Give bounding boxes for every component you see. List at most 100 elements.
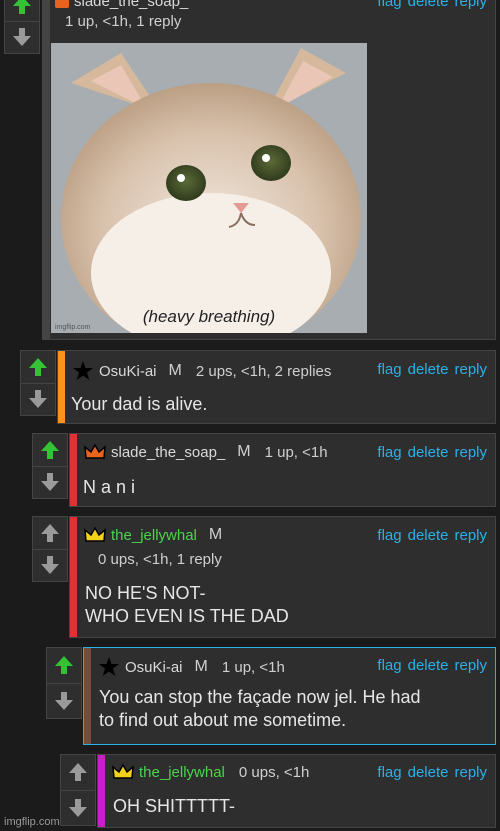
yellow-crown-icon bbox=[84, 526, 106, 544]
comment-meta: slade_the_soap_ M 1 up, <1h bbox=[84, 443, 328, 461]
downvote-button[interactable] bbox=[5, 20, 39, 54]
flag-link[interactable]: flag bbox=[377, 361, 401, 378]
reply-link[interactable]: reply bbox=[454, 527, 487, 544]
comment-meta: OsuKi-ai M 1 up, <1h bbox=[98, 656, 285, 678]
reply-link[interactable]: reply bbox=[454, 444, 487, 461]
comment-text: N a n i bbox=[83, 477, 136, 497]
upvote-button[interactable] bbox=[47, 648, 81, 683]
username[interactable]: slade_the_soap_ bbox=[111, 444, 225, 461]
upvote-button[interactable] bbox=[33, 434, 67, 466]
comment-text: Your dad is alive. bbox=[71, 394, 208, 414]
stats-text: 1 up, <1h bbox=[221, 658, 285, 676]
username[interactable]: OsuKi-ai bbox=[99, 363, 157, 380]
mod-badge: M bbox=[237, 443, 251, 460]
comment-stats: 1 up, <1h, 1 reply bbox=[65, 13, 181, 30]
comment-text: OH SHITTTTT- bbox=[113, 796, 235, 816]
downvote-button[interactable] bbox=[61, 789, 95, 826]
comment-actions: flag delete reply bbox=[377, 0, 487, 10]
delete-link[interactable]: delete bbox=[408, 657, 449, 674]
reply-link[interactable]: reply bbox=[454, 0, 487, 10]
arrow-up-icon bbox=[29, 357, 47, 376]
downvote-button[interactable] bbox=[33, 548, 67, 582]
vote-box bbox=[4, 0, 40, 54]
cat-image-icon bbox=[51, 43, 367, 333]
stats-text: 0 ups, <1h, 1 reply bbox=[98, 551, 222, 568]
comment-meta: the_jellywhal 0 ups, <1h bbox=[112, 763, 309, 781]
vote-box bbox=[32, 433, 68, 499]
reply-link[interactable]: reply bbox=[454, 657, 487, 674]
comment-stats: 0 ups, <1h, 1 reply bbox=[98, 551, 222, 568]
stats-text: 1 up, <1h bbox=[264, 443, 328, 461]
flag-link[interactable]: flag bbox=[377, 444, 401, 461]
comment-meta: OsuKi-ai M 2 ups, <1h, 2 replies bbox=[72, 360, 331, 382]
delete-link[interactable]: delete bbox=[408, 764, 449, 781]
upvote-button[interactable] bbox=[21, 351, 55, 383]
comment-actions: flag delete reply bbox=[377, 657, 487, 674]
vote-box bbox=[46, 647, 82, 719]
downvote-button[interactable] bbox=[47, 682, 81, 719]
vote-box bbox=[60, 754, 96, 826]
username[interactable]: the_jellywhal bbox=[111, 527, 197, 544]
arrow-down-icon bbox=[55, 691, 73, 710]
stats-text: 2 ups, <1h, 2 replies bbox=[195, 362, 332, 380]
comment-image-post: slade_the_soap_ 1 up, <1h, 1 reply flag … bbox=[42, 0, 496, 340]
comment-actions: flag delete reply bbox=[377, 444, 487, 461]
arrow-down-icon bbox=[29, 390, 47, 409]
delete-link[interactable]: delete bbox=[408, 361, 449, 378]
thread-bar bbox=[43, 0, 50, 339]
arrow-down-icon bbox=[69, 798, 87, 817]
thread-bar bbox=[84, 648, 91, 744]
comment-meta: the_jellywhal M bbox=[84, 526, 222, 544]
stats-text: 0 ups, <1h bbox=[238, 763, 310, 781]
vote-box bbox=[32, 516, 68, 582]
username[interactable]: OsuKi-ai bbox=[125, 659, 183, 676]
flag-link[interactable]: flag bbox=[377, 0, 401, 10]
watermark: imgflip.com bbox=[4, 816, 60, 828]
reply-link[interactable]: reply bbox=[454, 764, 487, 781]
thread-bar bbox=[70, 517, 77, 637]
vote-box bbox=[20, 350, 56, 416]
mod-badge: M bbox=[194, 658, 208, 675]
comment-actions: flag delete reply bbox=[377, 764, 487, 781]
mod-badge: M bbox=[208, 526, 223, 543]
arrow-up-icon bbox=[13, 0, 31, 14]
thread-bar bbox=[70, 434, 77, 506]
upvote-button[interactable] bbox=[61, 755, 95, 790]
mod-badge: M bbox=[168, 362, 182, 379]
thread-bar bbox=[58, 351, 65, 423]
orange-crown-icon bbox=[84, 443, 106, 461]
username[interactable]: the_jellywhal bbox=[139, 764, 225, 781]
arrow-up-icon bbox=[41, 440, 59, 459]
meme-image[interactable]: (heavy breathing) imgflip.com bbox=[51, 43, 367, 333]
delete-link[interactable]: delete bbox=[408, 527, 449, 544]
yellow-crown-icon bbox=[112, 763, 134, 781]
thread-bar bbox=[98, 755, 105, 827]
comment: the_jellywhal 0 ups, <1h flag delete rep… bbox=[97, 754, 496, 828]
arrow-up-icon bbox=[69, 763, 87, 782]
stats-text: 1 up, <1h, 1 reply bbox=[65, 13, 182, 30]
delete-link[interactable]: delete bbox=[408, 444, 449, 461]
arrow-down-icon bbox=[41, 473, 59, 492]
downvote-button[interactable] bbox=[21, 382, 55, 416]
reply-link[interactable]: reply bbox=[454, 361, 487, 378]
star-icon bbox=[72, 360, 94, 382]
upvote-button[interactable] bbox=[5, 0, 39, 21]
comment-actions: flag delete reply bbox=[377, 361, 487, 378]
flag-link[interactable]: flag bbox=[377, 764, 401, 781]
comment-meta: slade_the_soap_ bbox=[55, 0, 188, 10]
arrow-down-icon bbox=[41, 556, 59, 575]
comment: slade_the_soap_ M 1 up, <1h flag delete … bbox=[69, 433, 496, 507]
image-caption: (heavy breathing) bbox=[142, 307, 276, 326]
username[interactable]: slade_the_soap_ bbox=[74, 0, 188, 10]
arrow-up-icon bbox=[41, 523, 59, 542]
comment: OsuKi-ai M 2 ups, <1h, 2 replies flag de… bbox=[57, 350, 496, 424]
comment: the_jellywhal M 0 ups, <1h, 1 reply flag… bbox=[69, 516, 496, 638]
upvote-button[interactable] bbox=[33, 517, 67, 549]
comment-text: You can stop the façade now jel. He had … bbox=[99, 687, 421, 730]
flag-link[interactable]: flag bbox=[377, 527, 401, 544]
downvote-button[interactable] bbox=[33, 465, 67, 499]
comment-highlighted: OsuKi-ai M 1 up, <1h flag delete reply Y… bbox=[83, 647, 496, 745]
arrow-down-icon bbox=[13, 28, 31, 47]
flag-link[interactable]: flag bbox=[377, 657, 401, 674]
delete-link[interactable]: delete bbox=[408, 0, 449, 10]
